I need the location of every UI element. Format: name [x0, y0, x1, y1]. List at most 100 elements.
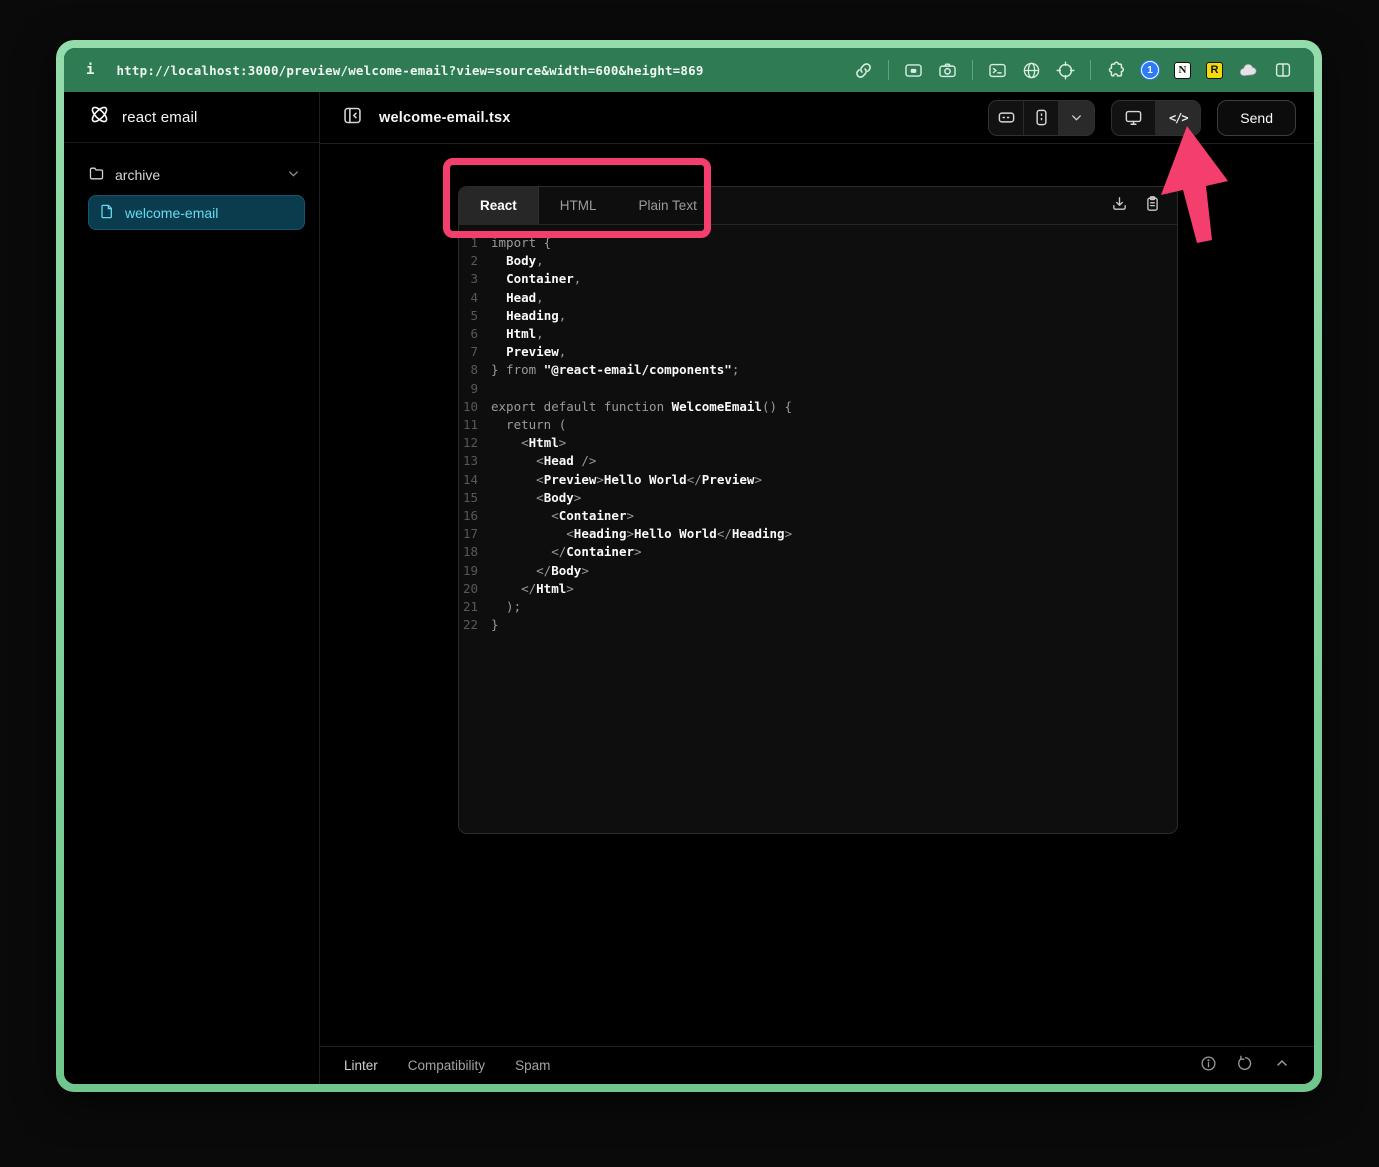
code-line: 16 <Container> [459, 507, 1177, 525]
download-icon[interactable] [1111, 195, 1128, 217]
code-line: 15 <Body> [459, 489, 1177, 507]
extensions-puzzle-icon[interactable] [1106, 60, 1126, 80]
onepassword-icon[interactable]: 1 [1141, 61, 1159, 79]
view-source-button[interactable]: </> [1156, 101, 1200, 135]
preview-desktop-button[interactable] [1112, 101, 1156, 135]
tab-html[interactable]: HTML [539, 187, 618, 224]
globe-icon[interactable] [1022, 61, 1041, 80]
link-icon[interactable] [854, 61, 873, 80]
react-email-app: react email archive [64, 92, 1314, 1084]
toolbar-divider [972, 60, 973, 80]
cloud-icon[interactable] [1238, 60, 1259, 81]
tab-plain-text[interactable]: Plain Text [618, 187, 718, 224]
line-number: 15 [459, 489, 491, 507]
code-line: 7 Preview, [459, 343, 1177, 361]
code-line: 1import { [459, 234, 1177, 252]
source-format-tabs: React HTML Plain Text [459, 187, 1177, 225]
line-number: 1 [459, 234, 491, 252]
code-line: 3 Container, [459, 270, 1177, 288]
main-header: welcome-email.tsx [320, 92, 1314, 144]
tab-spam[interactable]: Spam [515, 1058, 550, 1073]
line-number: 9 [459, 380, 491, 398]
brand[interactable]: react email [64, 92, 319, 143]
sidebar-item-label: welcome-email [125, 205, 218, 221]
line-number: 21 [459, 598, 491, 616]
file-icon [99, 203, 115, 222]
main-panel: welcome-email.tsx [320, 92, 1314, 1084]
info-icon[interactable]: i [86, 62, 94, 78]
chevron-up-icon[interactable] [1274, 1055, 1290, 1076]
line-number: 5 [459, 307, 491, 325]
email-tree: archive welcome-email [64, 143, 319, 230]
line-number: 16 [459, 507, 491, 525]
viewport-landscape-button[interactable] [989, 101, 1024, 135]
code-line: 20 </Html> [459, 580, 1177, 598]
chevron-down-icon[interactable] [286, 166, 301, 184]
line-number: 8 [459, 361, 491, 379]
code-line: 9 [459, 380, 1177, 398]
code-line: 12 <Html> [459, 434, 1177, 452]
camera-icon[interactable] [938, 61, 957, 80]
toolbar-divider [888, 60, 889, 80]
code-line: 17 <Heading>Hello World</Heading> [459, 525, 1177, 543]
sidebar-item-welcome-email[interactable]: welcome-email [88, 195, 305, 230]
crosshair-icon[interactable] [1056, 61, 1075, 80]
terminal-icon[interactable] [988, 61, 1007, 80]
react-email-logo-icon [88, 103, 111, 131]
notion-icon[interactable]: N [1174, 62, 1191, 79]
toolbar-divider [1090, 60, 1091, 80]
line-number: 7 [459, 343, 491, 361]
copy-icon[interactable] [1144, 195, 1161, 217]
tab-compatibility[interactable]: Compatibility [408, 1058, 485, 1073]
line-number: 6 [459, 325, 491, 343]
code-line: 21 ); [459, 598, 1177, 616]
line-number: 17 [459, 525, 491, 543]
viewport-dropdown-button[interactable] [1059, 101, 1094, 135]
send-button[interactable]: Send [1217, 100, 1296, 136]
line-number: 3 [459, 270, 491, 288]
code-line: 18 </Container> [459, 543, 1177, 561]
line-number: 10 [459, 398, 491, 416]
sidebar-folder-archive[interactable]: archive [74, 159, 309, 191]
brand-label: react email [122, 109, 198, 126]
browser-url-bar[interactable]: i http://localhost:3000/preview/welcome-… [64, 48, 1314, 92]
source-code-panel: React HTML Plain Text [458, 186, 1178, 834]
browser-window: i http://localhost:3000/preview/welcome-… [56, 40, 1322, 1092]
tab-linter[interactable]: Linter [344, 1058, 378, 1073]
r-extension-icon[interactable]: R [1206, 62, 1223, 79]
code-line: 10export default function WelcomeEmail()… [459, 398, 1177, 416]
code-line: 8} from "@react-email/components"; [459, 361, 1177, 379]
code-line: 19 </Body> [459, 562, 1177, 580]
split-view-icon[interactable] [1274, 61, 1292, 79]
code-line: 11 return ( [459, 416, 1177, 434]
code-line: 2 Body, [459, 252, 1177, 270]
viewport-portrait-button[interactable] [1024, 101, 1059, 135]
code-icon: </> [1169, 111, 1188, 125]
page-title: welcome-email.tsx [379, 110, 511, 126]
code-line: 6 Html, [459, 325, 1177, 343]
line-number: 14 [459, 471, 491, 489]
line-number: 20 [459, 580, 491, 598]
line-number: 4 [459, 289, 491, 307]
line-number: 22 [459, 616, 491, 634]
code-lines[interactable]: 1import {2 Body,3 Container,4 Head,5 Hea… [459, 225, 1177, 833]
picture-in-picture-icon[interactable] [904, 61, 923, 80]
tab-react[interactable]: React [459, 187, 539, 224]
bottom-bar: Linter Compatibility Spam [320, 1046, 1314, 1084]
line-number: 2 [459, 252, 491, 270]
line-number: 19 [459, 562, 491, 580]
viewport-size-controls [988, 100, 1095, 136]
url-text[interactable]: http://localhost:3000/preview/welcome-em… [116, 63, 703, 78]
refresh-icon[interactable] [1237, 1055, 1254, 1077]
line-number: 13 [459, 452, 491, 470]
line-number: 11 [459, 416, 491, 434]
code-line: 4 Head, [459, 289, 1177, 307]
view-mode-controls: </> [1111, 100, 1201, 136]
info-circle-icon[interactable] [1200, 1055, 1217, 1077]
line-number: 18 [459, 543, 491, 561]
sidebar: react email archive [64, 92, 320, 1084]
code-line: 14 <Preview>Hello World</Preview> [459, 471, 1177, 489]
collapse-sidebar-icon[interactable] [342, 105, 363, 131]
line-number: 12 [459, 434, 491, 452]
folder-icon [88, 165, 105, 185]
